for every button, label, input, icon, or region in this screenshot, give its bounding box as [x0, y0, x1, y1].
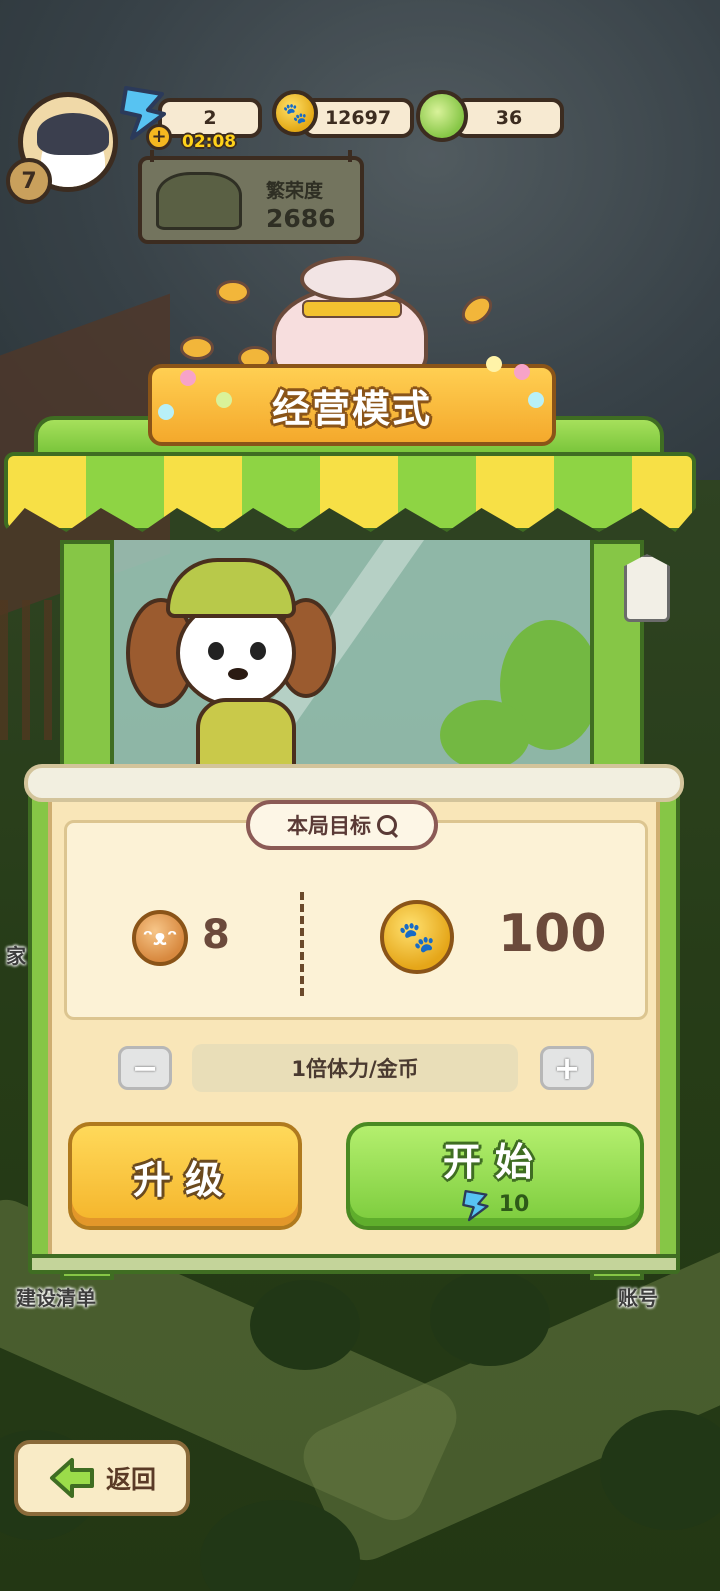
round-goal-label: 本局目标 [287, 814, 371, 838]
decrease-multiplier-button[interactable]: − [118, 1046, 172, 1090]
goal-divider [300, 892, 304, 996]
string-light [514, 364, 530, 380]
upgrade-button[interactable]: 升级 [68, 1122, 302, 1230]
start-button[interactable]: 开始 10 [346, 1122, 644, 1230]
string-light [528, 392, 544, 408]
price-tag-icon[interactable] [624, 554, 670, 622]
back-button[interactable]: 返回 [14, 1440, 190, 1516]
flying-coin-icon [216, 280, 250, 304]
add-energy-button[interactable]: + [146, 124, 172, 150]
vegetable-counter: 36 [454, 98, 564, 138]
paw-coin-icon: 🐾 [272, 90, 318, 136]
flying-coin-icon [180, 336, 214, 360]
round-goal-tab[interactable]: 本局目标 [246, 800, 438, 850]
cat-token-count: 8 [202, 912, 230, 958]
coin-value: 12697 [324, 107, 392, 129]
string-light [180, 370, 196, 386]
multiplier-value: 1倍体力/金币 [192, 1044, 518, 1092]
increase-multiplier-button[interactable]: + [540, 1046, 594, 1090]
business-mode-banner: 经营模式 [148, 364, 556, 446]
prosperity-emblem-icon [156, 172, 242, 230]
upgrade-label: 升级 [132, 1157, 237, 1202]
start-label: 开始 [442, 1139, 547, 1184]
coin-counter: 12697 [302, 98, 414, 138]
build-list-label[interactable]: 建设清单 [16, 1282, 96, 1311]
plant-decoration [440, 700, 530, 770]
side-label-home[interactable]: 家 [6, 940, 26, 969]
start-cost-value: 10 [498, 1192, 530, 1217]
banner-title: 经营模式 [271, 386, 432, 431]
energy-value: 2 [203, 107, 217, 129]
string-light [158, 404, 174, 420]
lightning-icon [461, 1189, 489, 1221]
start-cost: 10 [461, 1188, 530, 1222]
cat-token-icon: ᵔᴥᵔ [132, 910, 188, 966]
account-label[interactable]: 账号 [618, 1282, 658, 1311]
magnifier-icon[interactable] [377, 815, 397, 835]
back-label: 返回 [105, 1465, 156, 1494]
energy-timer: 02:08 [182, 132, 237, 152]
arrow-left-icon [49, 1458, 94, 1498]
coin-target-value: 100 [498, 904, 607, 964]
dog-shopkeeper [126, 558, 336, 768]
string-light [216, 392, 232, 408]
prosperity-value: 2686 [266, 204, 336, 233]
money-bag-icon [272, 256, 428, 386]
player-level-badge: 7 [6, 158, 52, 204]
string-light [486, 356, 502, 372]
prosperity-sign[interactable]: 繁荣度 2686 [138, 150, 364, 244]
paw-coin-icon: 🐾 [380, 900, 454, 974]
vegetable-value: 36 [495, 107, 523, 129]
cabbage-icon [416, 90, 468, 142]
prosperity-label: 繁荣度 [266, 180, 324, 202]
